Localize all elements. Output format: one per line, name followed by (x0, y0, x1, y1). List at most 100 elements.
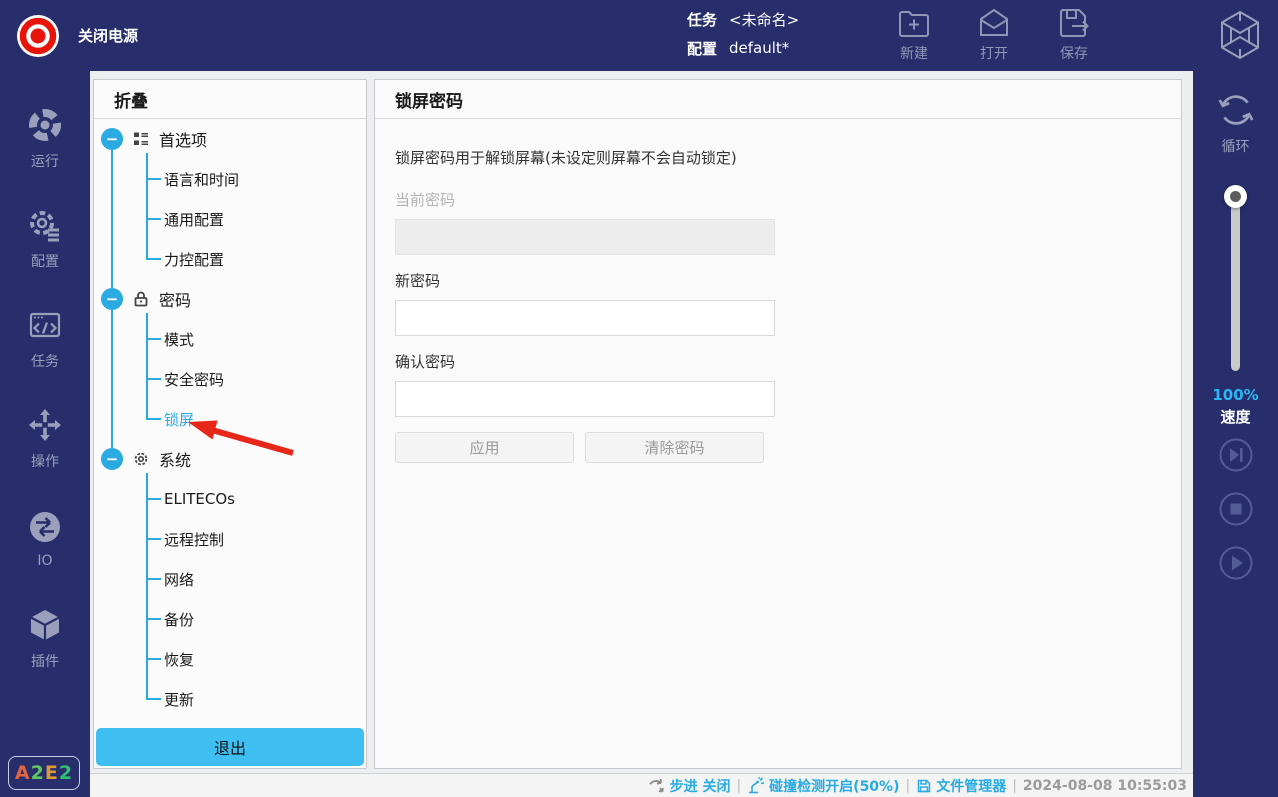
lock-icon (132, 290, 150, 308)
tree-panel-title: 折叠 (114, 87, 148, 112)
tree-item-force-config[interactable]: 力控配置 (94, 239, 366, 279)
confirm-password-label: 确认密码 (395, 351, 1161, 372)
save-task-label: 保存 (1060, 43, 1088, 63)
task-value: <未命名> (729, 9, 799, 30)
file-manager-icon (916, 778, 932, 794)
power-button-label: 关闭电源 (78, 25, 138, 46)
topbar: 关闭电源 任务 <未命名> 配置 default* 新建 (0, 0, 1278, 71)
open-file-icon (977, 6, 1011, 40)
sidebar-item-io[interactable]: IO (0, 489, 90, 589)
sidebar-item-label: IO (37, 553, 52, 569)
statusbar-separator: | (736, 778, 741, 794)
statusbar-separator: | (1012, 778, 1017, 794)
tree-item-elitecos[interactable]: ELITECOs (94, 479, 366, 519)
open-task-label: 打开 (980, 43, 1008, 63)
apply-button[interactable]: 应用 (395, 432, 574, 463)
power-icon (16, 14, 60, 58)
save-task-button[interactable]: 保存 (1044, 6, 1104, 63)
step-arrow-icon (648, 777, 666, 795)
app-root: 关闭电源 任务 <未命名> 配置 default* 新建 (0, 0, 1278, 797)
collision-detection-status[interactable]: 碰撞检测开启(50%) (747, 776, 899, 796)
tree-item-backup[interactable]: 备份 (94, 599, 366, 639)
loop-mode-button[interactable]: 循环 (1193, 89, 1278, 156)
loop-label: 循环 (1222, 136, 1250, 156)
step-mode-status[interactable]: 步进 关闭 (648, 776, 731, 796)
tree-item-update[interactable]: 更新 (94, 679, 366, 719)
new-task-button[interactable]: 新建 (884, 6, 944, 63)
settings-tree: − 首选项 语言和时间 通用配置 力控配置 − (94, 119, 366, 719)
lock-screen-password-panel: 锁屏密码 锁屏密码用于解锁屏幕(未设定则屏幕不会自动锁定) 当前密码 新密码 确… (374, 79, 1182, 769)
tree-item-safety-password[interactable]: 安全密码 (94, 359, 366, 399)
playback-controls (1193, 438, 1278, 580)
tree-item-general-config[interactable]: 通用配置 (94, 199, 366, 239)
tree-item-network[interactable]: 网络 (94, 559, 366, 599)
version-badge[interactable]: A 2 E 2 (8, 756, 80, 790)
sidebar-item-label: 配置 (31, 251, 59, 271)
sidebar-item-label: 操作 (31, 451, 59, 471)
datetime-display: 2024-08-08 10:55:03 (1023, 778, 1187, 794)
new-task-label: 新建 (900, 43, 928, 63)
new-file-icon (897, 6, 931, 40)
page-title-bar: 锁屏密码 (375, 80, 1181, 119)
tree-item-mode[interactable]: 模式 (94, 319, 366, 359)
task-code-icon (27, 307, 63, 343)
tree-item-remote-control[interactable]: 远程控制 (94, 519, 366, 559)
task-info: 任务 <未命名> 配置 default* (687, 7, 799, 65)
tree-group-preferences[interactable]: − 首选项 (94, 119, 366, 159)
skip-to-end-button[interactable] (1219, 438, 1253, 472)
clear-password-button[interactable]: 清除密码 (585, 432, 764, 463)
collapse-node-icon[interactable]: − (101, 288, 123, 310)
brand-cube-icon (1212, 7, 1268, 63)
sidebar-item-label: 任务 (31, 351, 59, 371)
open-task-button[interactable]: 打开 (964, 6, 1024, 63)
sidebar-item-plugin[interactable]: 插件 (0, 589, 90, 689)
system-gear-icon (132, 450, 150, 468)
collapse-node-icon[interactable]: − (101, 128, 123, 150)
sidebar-item-label: 运行 (31, 151, 59, 171)
sidebar-item-config[interactable]: 配置 (0, 189, 90, 289)
page-title: 锁屏密码 (395, 87, 463, 112)
form-description: 锁屏密码用于解锁屏幕(未设定则屏幕不会自动锁定) (395, 147, 1161, 168)
stop-button[interactable] (1219, 492, 1253, 526)
speed-readout: 100% 速度 (1193, 386, 1278, 427)
sidebar-item-task[interactable]: 任务 (0, 289, 90, 389)
collapse-all-header[interactable]: 折叠 (94, 80, 366, 119)
current-password-input (395, 219, 775, 255)
tree-item-lock-screen[interactable]: 锁屏 (94, 399, 366, 439)
speed-label: 速度 (1193, 406, 1278, 427)
badge-char: A (15, 762, 31, 784)
slider-track[interactable] (1231, 191, 1240, 371)
collision-icon (747, 777, 765, 795)
sidebar-item-operate[interactable]: 操作 (0, 389, 90, 489)
io-circle-icon (27, 509, 63, 545)
sidebar-item-run[interactable]: 运行 (0, 89, 90, 189)
confirm-password-input[interactable] (395, 381, 775, 417)
file-manager-button[interactable]: 文件管理器 (916, 776, 1006, 796)
tree-item-restore[interactable]: 恢复 (94, 639, 366, 679)
power-button[interactable]: 关闭电源 (16, 0, 138, 71)
tree-item-language-time[interactable]: 语言和时间 (94, 159, 366, 199)
settings-tree-panel: 折叠 − 首选项 语言和时间 通用配置 力控配置 (93, 79, 367, 769)
topbar-actions: 新建 打开 保存 (884, 6, 1104, 63)
speed-percent: 100% (1193, 386, 1278, 404)
task-label: 任务 (687, 9, 717, 30)
tree-group-password[interactable]: − 密码 (94, 279, 366, 319)
slider-knob[interactable] (1224, 185, 1247, 208)
right-sidebar: 循环 100% 速度 (1193, 71, 1278, 797)
collapse-node-icon[interactable]: − (101, 448, 123, 470)
statusbar: 步进 关闭 | 碰撞检测开启(50%) | (90, 773, 1193, 797)
play-button[interactable] (1219, 546, 1253, 580)
exit-button[interactable]: 退出 (96, 728, 364, 766)
tree-group-system[interactable]: − 系统 (94, 439, 366, 479)
tree-group-label: 密码 (159, 287, 191, 311)
badge-char: 2 (59, 762, 73, 784)
loop-cycle-icon (1215, 89, 1257, 131)
badge-char: E (45, 762, 59, 784)
new-password-input[interactable] (395, 300, 775, 336)
preferences-list-icon (132, 130, 150, 148)
speed-slider[interactable] (1193, 183, 1278, 383)
save-icon (1057, 6, 1091, 40)
current-password-label: 当前密码 (395, 189, 1161, 210)
config-value: default* (729, 39, 789, 57)
tree-group-label: 首选项 (159, 127, 207, 151)
